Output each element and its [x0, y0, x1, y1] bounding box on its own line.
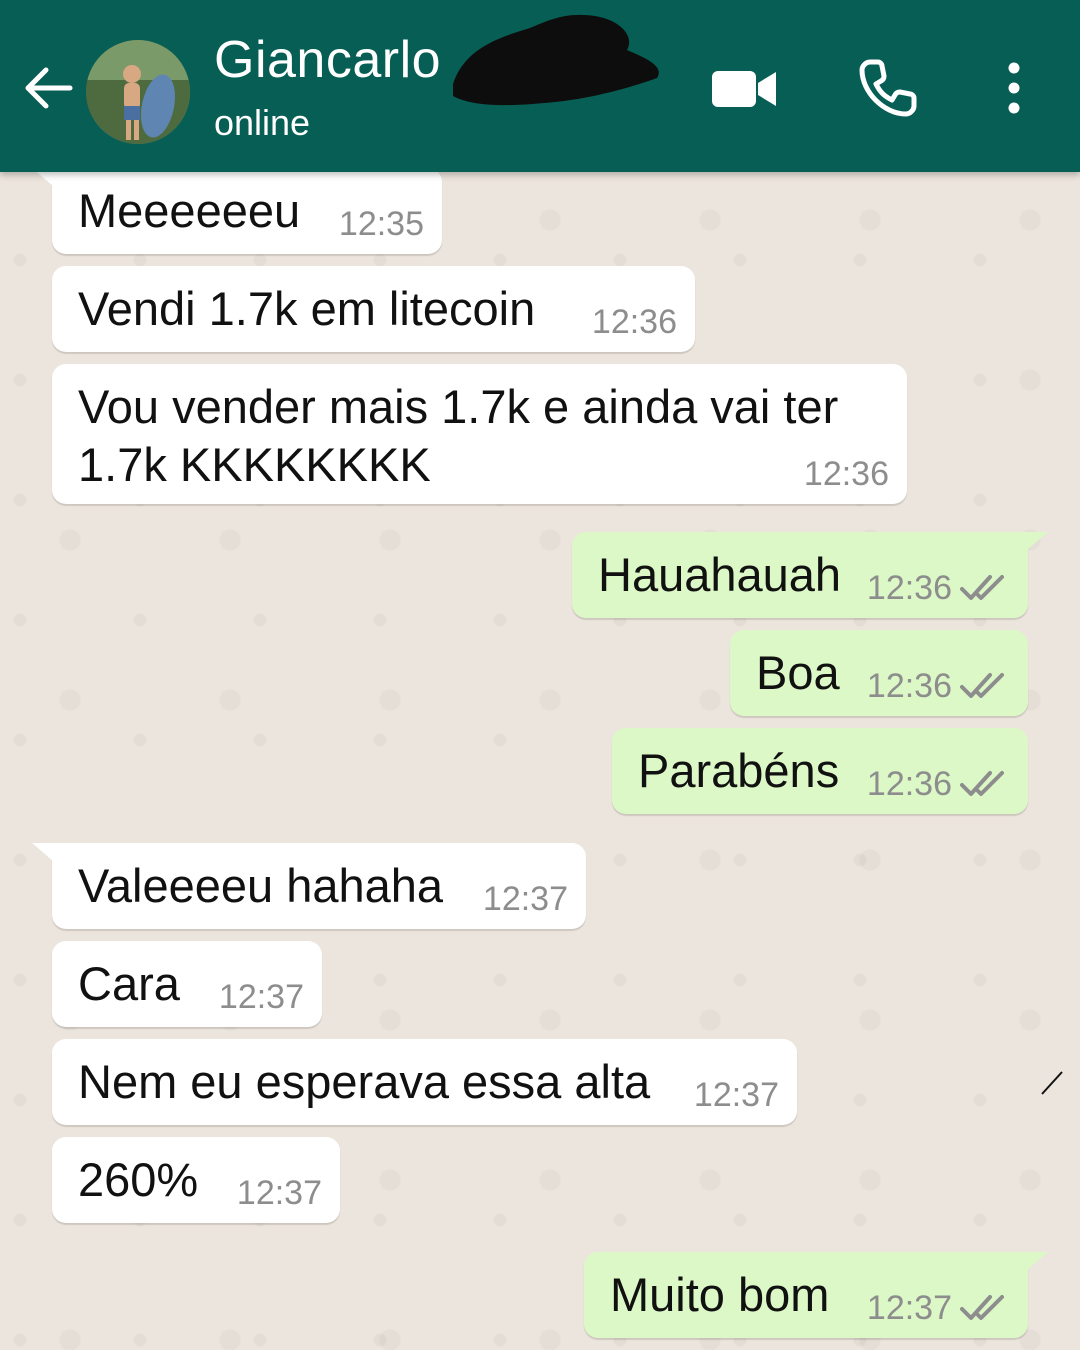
message-outgoing[interactable]: Boa 12:36 [730, 630, 1028, 716]
message-outgoing[interactable]: Muito bom 12:37 [584, 1252, 1048, 1338]
more-options-icon[interactable] [1000, 58, 1028, 118]
message-text: Boa [756, 646, 840, 699]
message-outgoing[interactable]: Parabéns 12:36 [612, 728, 1028, 814]
message-outgoing[interactable]: Hauahauah 12:36 [572, 532, 1048, 618]
message-text-line-2: 1.7k KKKKKKKK [78, 438, 431, 491]
message-time: 12:36 [866, 569, 952, 607]
message-incoming[interactable]: Cara 12:37 [52, 941, 322, 1027]
message-time: 12:36 [803, 455, 889, 493]
bubble-tail [1020, 532, 1048, 556]
message-text: 260% [78, 1153, 199, 1206]
message-text: Valeeeeu hahaha [78, 859, 444, 912]
message-time: 12:37 [236, 1174, 322, 1212]
message-meta: 12:37 [867, 1288, 1006, 1328]
bubble-tail [32, 843, 60, 867]
message-text-line-1: Vou vender mais 1.7k e ainda vai ter [78, 380, 839, 433]
double-check-icon [960, 771, 1004, 796]
chat-header: Giancarlo online [0, 0, 1080, 172]
contact-name[interactable]: Giancarlo [214, 30, 441, 90]
message-time: 12:36 [866, 765, 952, 803]
message-incoming[interactable]: 260% 12:37 [52, 1137, 340, 1223]
redaction-scribble [453, 14, 659, 106]
message-text: Muito bom [610, 1268, 830, 1321]
contact-status: online [214, 102, 311, 143]
message-incoming[interactable]: Valeeeeu hahaha 12:37 [32, 843, 586, 929]
double-check-icon [960, 673, 1004, 698]
message-time: 12:36 [866, 667, 952, 705]
message-meta: 12:36 [867, 764, 1006, 804]
message-time: 12:35 [338, 205, 424, 243]
message-time: 12:36 [591, 303, 677, 341]
message-text: Meeeeeeu [78, 184, 301, 237]
phone-call-icon[interactable] [858, 58, 918, 118]
message-meta: 12:36 [867, 568, 1006, 608]
message-meta: 12:36 [867, 666, 1006, 706]
message-incoming[interactable]: Vou vender mais 1.7k e ainda vai ter 1.7… [52, 364, 907, 504]
bubble-tail [1020, 1252, 1048, 1276]
double-check-icon [960, 1295, 1004, 1320]
message-time: 12:37 [218, 978, 304, 1016]
message-incoming[interactable]: Meeeeeeu 12:35 [32, 168, 442, 254]
message-time: 12:37 [482, 880, 568, 918]
stray-pen-mark [1041, 1071, 1063, 1095]
message-incoming[interactable]: Nem eu esperava essa alta 12:37 [52, 1039, 797, 1125]
video-call-icon[interactable] [712, 68, 776, 110]
message-text: Nem eu esperava essa alta [78, 1055, 651, 1108]
message-text: Vendi 1.7k em litecoin [78, 282, 536, 335]
message-time: 12:37 [866, 1289, 952, 1327]
message-text: Hauahauah [598, 548, 842, 601]
message-text: Parabéns [638, 744, 840, 797]
avatar[interactable] [86, 40, 190, 144]
message-incoming[interactable]: Vendi 1.7k em litecoin 12:36 [52, 266, 695, 352]
message-text: Cara [78, 957, 180, 1010]
message-time: 12:37 [693, 1076, 779, 1114]
back-arrow-icon[interactable] [22, 62, 74, 114]
avatar-photo [86, 40, 190, 144]
double-check-icon [960, 575, 1004, 600]
